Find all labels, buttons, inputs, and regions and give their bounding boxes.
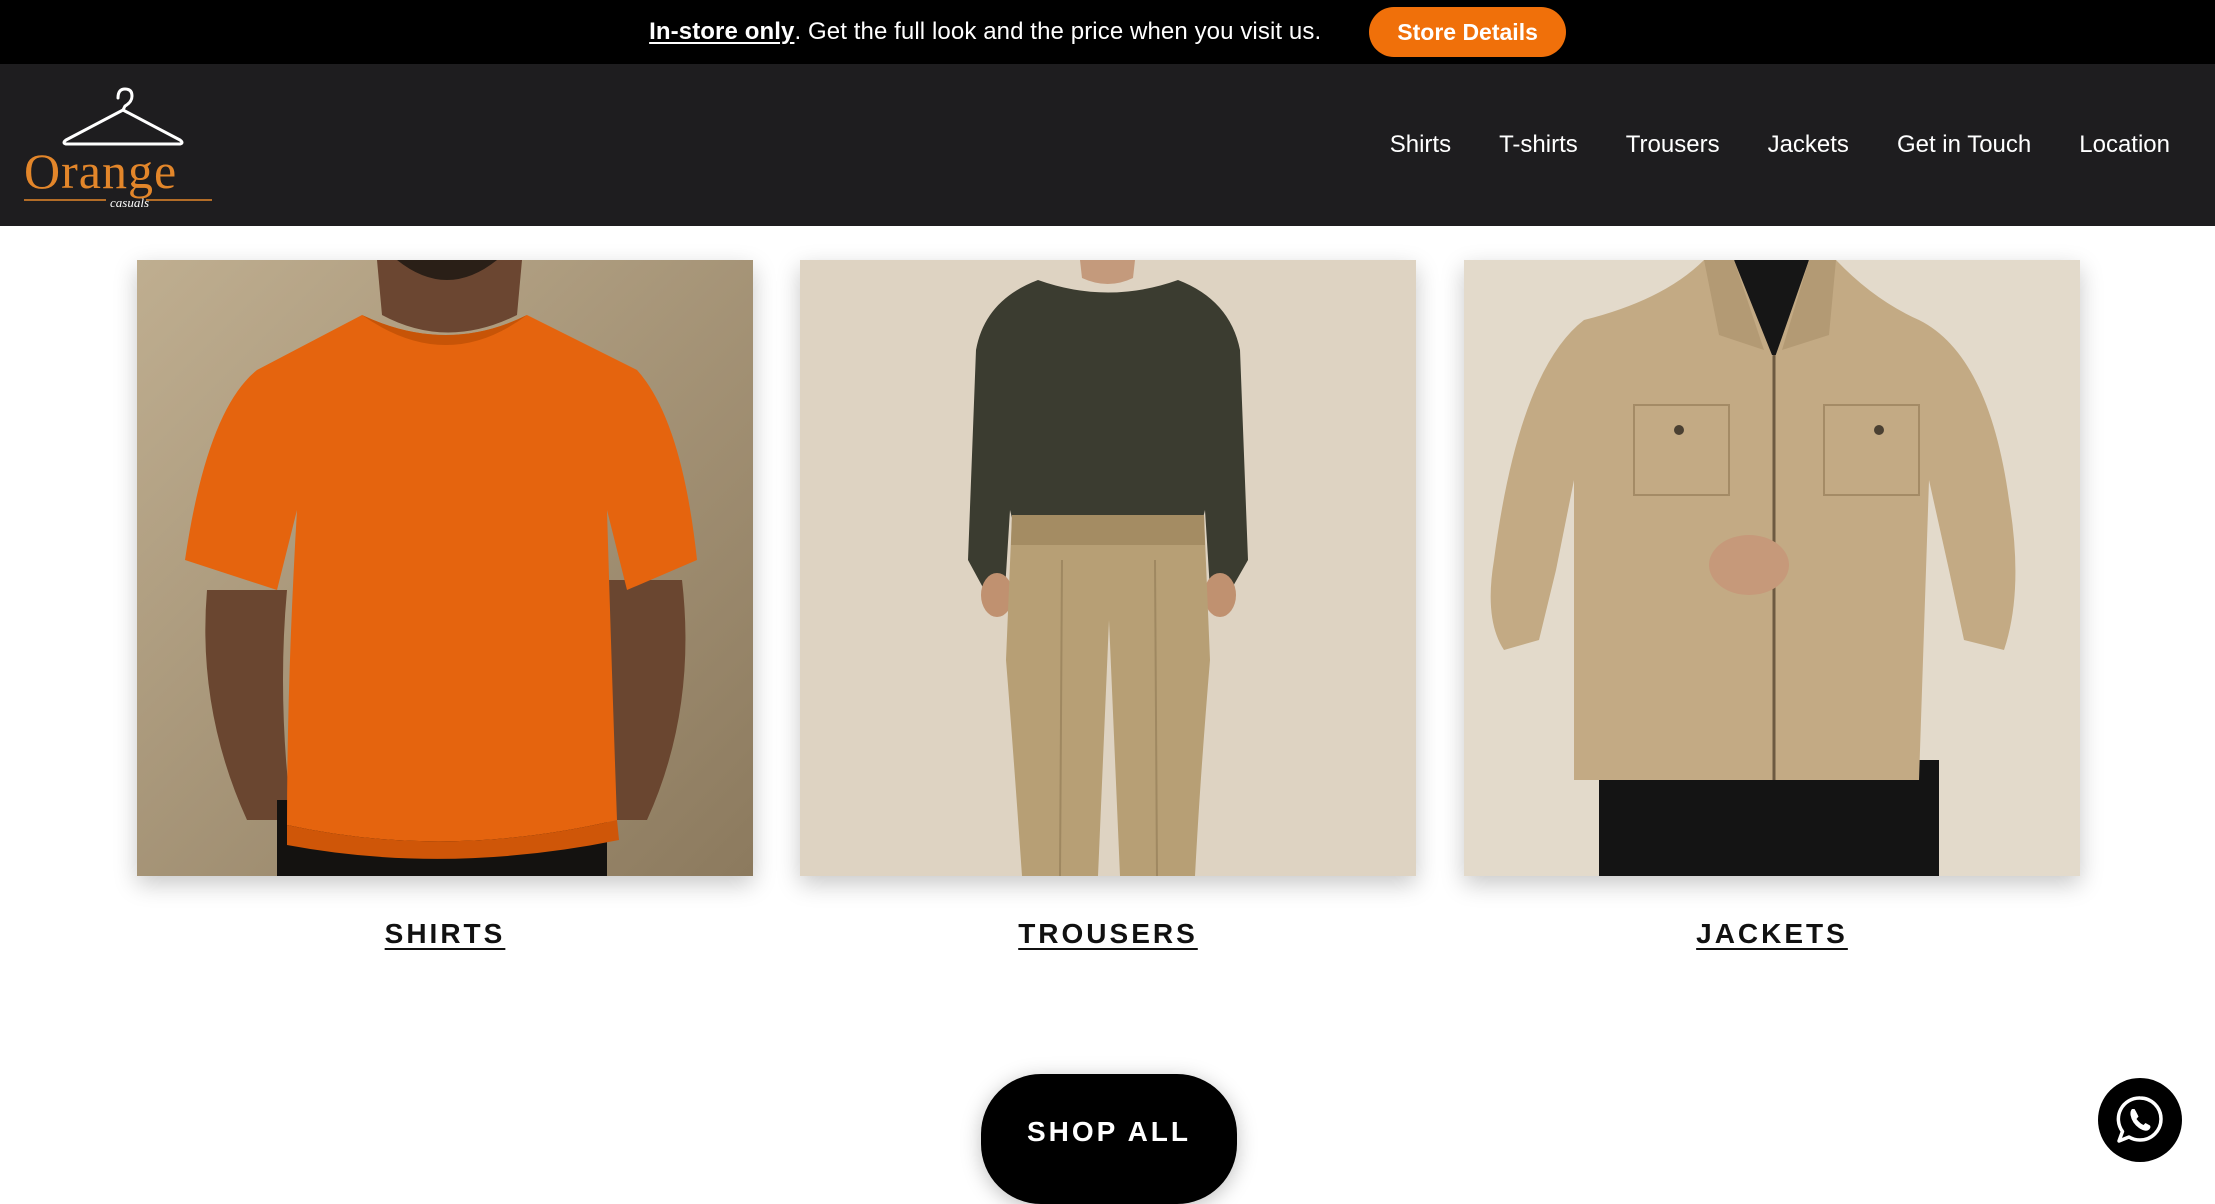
shop-all-button[interactable]: SHOP ALL bbox=[981, 1074, 1237, 1204]
jackets-label[interactable]: JACKETS bbox=[1464, 918, 2080, 950]
hanger-icon bbox=[62, 87, 184, 146]
category-card-shirts: SHIRTS bbox=[137, 260, 753, 950]
trousers-label[interactable]: TROUSERS bbox=[800, 918, 1416, 950]
whatsapp-chat-button[interactable] bbox=[2098, 1078, 2182, 1162]
nav-item-get-in-touch[interactable]: Get in Touch bbox=[1897, 131, 2031, 159]
announcement-text: In-store only. Get the full look and the… bbox=[649, 18, 1321, 46]
in-store-only-link[interactable]: In-store only bbox=[649, 18, 794, 45]
site-header: Orange casuals Shirts T-shirts Trousers … bbox=[0, 64, 2215, 226]
nav-item-t-shirts[interactable]: T-shirts bbox=[1499, 131, 1578, 159]
svg-text:Orange: Orange bbox=[24, 143, 177, 199]
store-details-button[interactable]: Store Details bbox=[1369, 7, 1566, 57]
shirts-label[interactable]: SHIRTS bbox=[137, 918, 753, 950]
svg-text:casuals: casuals bbox=[110, 195, 149, 210]
announcement-message: . Get the full look and the price when y… bbox=[794, 18, 1322, 45]
jackets-image[interactable] bbox=[1464, 260, 2080, 876]
trousers-image[interactable] bbox=[800, 260, 1416, 876]
brand-logo[interactable]: Orange casuals bbox=[22, 84, 222, 214]
whatsapp-icon bbox=[2116, 1096, 2163, 1143]
nav-item-trousers[interactable]: Trousers bbox=[1626, 131, 1720, 159]
category-card-jackets: JACKETS bbox=[1464, 260, 2080, 950]
nav-item-location[interactable]: Location bbox=[2079, 131, 2170, 159]
nav-item-jackets[interactable]: Jackets bbox=[1768, 131, 1849, 159]
shirts-image[interactable] bbox=[137, 260, 753, 876]
category-card-trousers: TROUSERS bbox=[800, 260, 1416, 950]
nav-item-shirts[interactable]: Shirts bbox=[1390, 131, 1451, 159]
announcement-bar: In-store only. Get the full look and the… bbox=[0, 0, 2215, 64]
main-nav: Shirts T-shirts Trousers Jackets Get in … bbox=[1342, 64, 2170, 226]
